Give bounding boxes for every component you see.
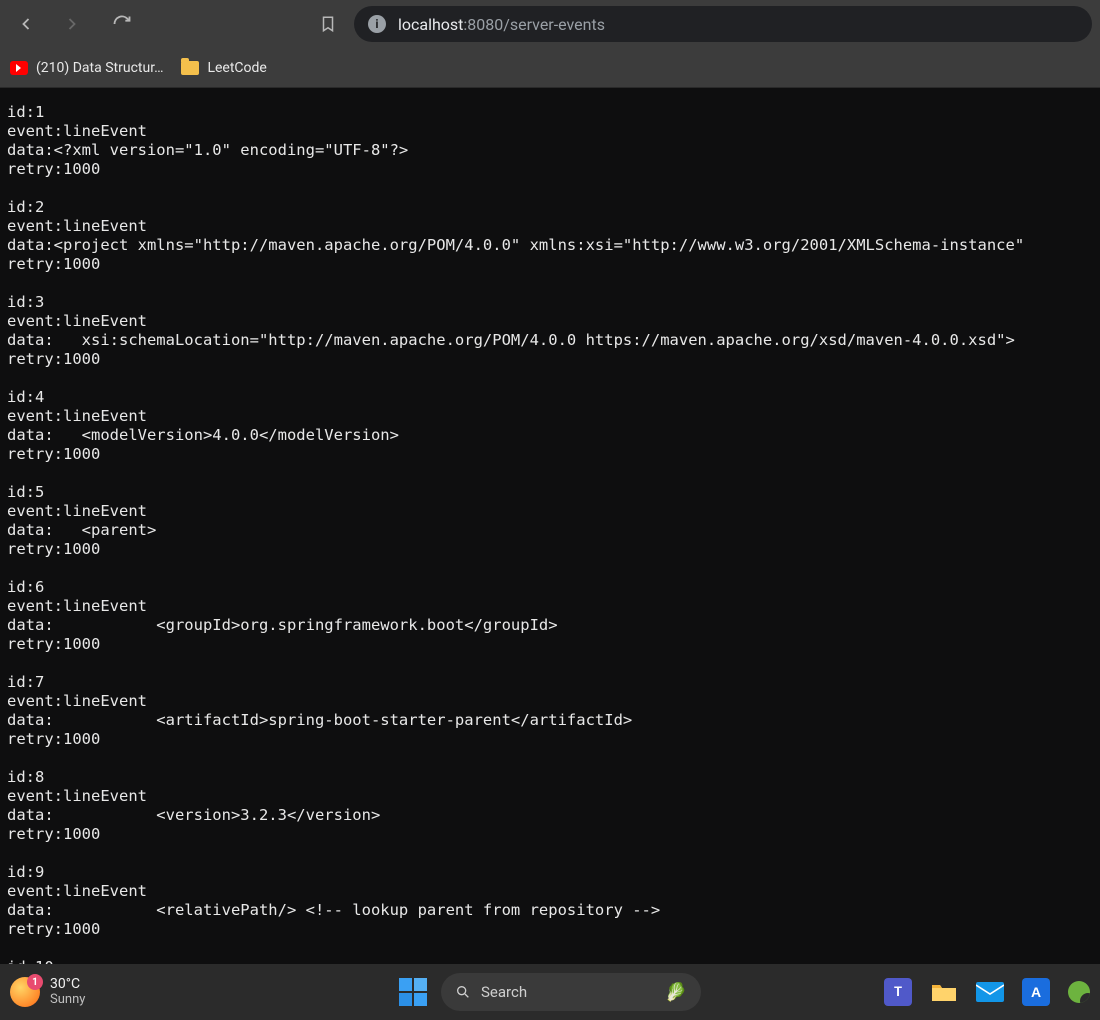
taskbar-pinned-apps: T A: [884, 978, 1090, 1006]
bookmarks-bar: (210) Data Structur… LeetCode: [0, 48, 1100, 88]
site-info-icon[interactable]: i: [368, 15, 386, 33]
nav-buttons: [8, 6, 140, 42]
windows-taskbar: 1 30°C Sunny Search 🥬 T A: [0, 964, 1100, 1020]
bookmark-button[interactable]: [310, 6, 346, 42]
weather-sun-icon: 1: [10, 977, 40, 1007]
spring-app-icon[interactable]: [1068, 981, 1090, 1003]
youtube-icon: [10, 61, 28, 75]
weather-text: 30°C Sunny: [50, 976, 85, 1008]
address-bar[interactable]: i localhost:8080/server-events: [354, 6, 1092, 42]
search-emoji-icon: 🥬: [665, 982, 687, 1003]
folder-icon: [181, 61, 199, 75]
search-icon: [455, 984, 471, 1000]
envelope-icon: [976, 982, 1004, 1002]
folder-icon: [930, 981, 958, 1003]
weather-condition: Sunny: [50, 992, 85, 1008]
weather-temperature: 30°C: [50, 976, 85, 992]
bookmark-icon: [319, 15, 337, 33]
forward-button[interactable]: [54, 6, 90, 42]
reload-button[interactable]: [104, 6, 140, 42]
start-button[interactable]: [399, 978, 427, 1006]
teams-app-icon[interactable]: T: [884, 978, 912, 1006]
taskbar-center: Search 🥬: [399, 973, 701, 1011]
bookmark-item-leetcode[interactable]: LeetCode: [181, 60, 266, 76]
url-path: :8080/server-events: [463, 15, 605, 34]
weather-badge: 1: [27, 974, 43, 990]
reload-icon: [112, 14, 132, 34]
chevron-right-icon: [62, 14, 82, 34]
url-text: localhost:8080/server-events: [398, 15, 605, 34]
bookmark-label: LeetCode: [207, 60, 266, 76]
mail-app-icon[interactable]: [976, 978, 1004, 1006]
weather-widget[interactable]: 1 30°C Sunny: [10, 976, 85, 1008]
url-host: localhost: [398, 15, 463, 34]
browser-toolbar: i localhost:8080/server-events: [0, 0, 1100, 48]
bookmark-label: (210) Data Structur…: [36, 60, 163, 76]
sse-stream-content: id:1 event:lineEvent data:<?xml version=…: [0, 88, 1100, 964]
bookmark-item-youtube[interactable]: (210) Data Structur…: [10, 60, 163, 76]
file-explorer-icon[interactable]: [930, 978, 958, 1006]
azure-app-icon[interactable]: A: [1022, 978, 1050, 1006]
taskbar-search[interactable]: Search 🥬: [441, 973, 701, 1011]
back-button[interactable]: [8, 6, 44, 42]
taskbar-search-placeholder: Search: [481, 983, 527, 1001]
chevron-left-icon: [16, 14, 36, 34]
